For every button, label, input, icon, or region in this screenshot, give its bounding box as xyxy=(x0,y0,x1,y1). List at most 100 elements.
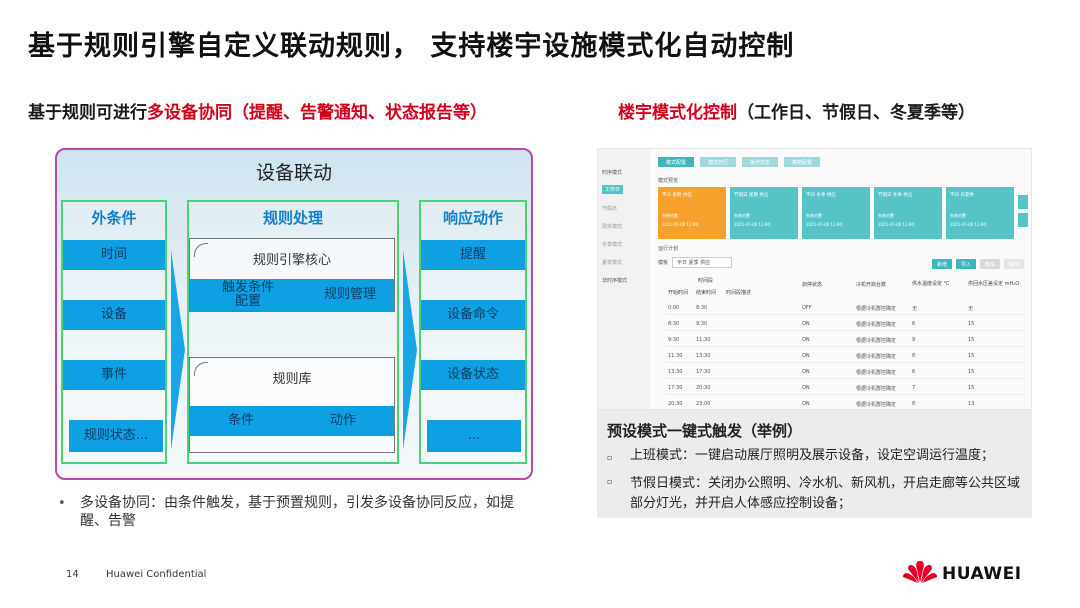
rule-engine-core-box: 规则引擎核心 触发条件 配置 规则管理 xyxy=(189,238,395,312)
scroll-down-icon[interactable] xyxy=(1018,213,1028,227)
mode-card-date: 2021-07-06 12:00 xyxy=(806,222,843,227)
cell-end: 17:30 xyxy=(696,369,711,375)
cell-temp: 6 xyxy=(912,321,916,327)
cell-chiller: 根据冷机群控确定 xyxy=(856,354,897,360)
cell-state: ON xyxy=(802,385,810,391)
table-row[interactable]: 11:30 13:30 ON 根据冷机群控确定 8 15 xyxy=(666,349,1026,363)
page-number: 14 xyxy=(66,569,79,580)
cell-chiller: 根据冷机群控确定 xyxy=(856,386,897,392)
cell-end: 11:30 xyxy=(696,337,711,343)
table-row[interactable]: 0:00 8:30 OFF 根据冷机群控确定 无 无 xyxy=(666,301,1026,315)
cell-chiller: 根据冷机群控确定 xyxy=(856,338,897,344)
mode-card-date: 2021-07-06 12:00 xyxy=(950,222,987,227)
condition-event: 事件 xyxy=(63,360,165,390)
cell-state: ON xyxy=(802,337,810,343)
header-start: 开始时间 xyxy=(668,290,689,296)
response-device-state: 设备状态 xyxy=(421,360,525,390)
mode-card[interactable]: 平日 星期 供应 系统内置 2021-07-06 12:00 xyxy=(658,187,726,239)
cell-pressure: 15 xyxy=(968,369,975,375)
cancel-button[interactable]: 取消 xyxy=(1004,259,1024,269)
mode-card-date: 2021-07-06 12:00 xyxy=(878,222,915,227)
cell-temp: 8 xyxy=(912,401,916,407)
add-button[interactable]: 新增 xyxy=(932,259,952,269)
mode-card[interactable]: 平日 日夏季 系统内置 2021-07-06 12:00 xyxy=(946,187,1014,239)
cell-temp: 6 xyxy=(912,369,916,375)
rule-management-label: 规则管理 xyxy=(323,287,376,302)
cell-state: ON xyxy=(802,353,810,359)
cell-start: 0:00 xyxy=(668,305,680,311)
scroll-up-icon[interactable] xyxy=(1018,195,1028,209)
sidebar-item-timed[interactable]: 时序模式 xyxy=(602,169,622,176)
action-label: 动作 xyxy=(329,413,356,428)
left-subtitle-highlight: 多设备协同（提醒、告警通知、状态报告等） xyxy=(147,103,487,123)
header-chiller: 冷机开启台数 xyxy=(856,282,887,288)
sidebar-item-summer[interactable]: 夏季模式 xyxy=(602,259,622,266)
cell-end: 13:30 xyxy=(696,353,711,359)
response-device-command: 设备命令 xyxy=(421,300,525,330)
response-remind: 提醒 xyxy=(421,240,525,270)
cell-end: 20:30 xyxy=(696,385,711,391)
rule-library-box: 规则库 条件 动作 xyxy=(189,357,395,453)
cell-start: 9:30 xyxy=(668,337,680,343)
cell-end: 9:30 xyxy=(696,321,708,327)
cell-start: 17:30 xyxy=(668,385,683,391)
cell-start: 20:30 xyxy=(668,401,683,407)
mode-card-status: 系统内置 xyxy=(950,213,966,218)
cell-state: ON xyxy=(802,321,810,327)
cell-chiller: 根据冷机群控确定 xyxy=(856,322,897,328)
mode-card[interactable]: 平日 冬季 供应 系统内置 2021-07-06 12:00 xyxy=(802,187,870,239)
cell-pressure: 15 xyxy=(968,353,975,359)
response-actions-title: 响应动作 xyxy=(442,209,503,227)
cell-chiller: 根据冷机群控确定 xyxy=(856,402,897,408)
response-actions-column: 响应动作 提醒 设备命令 设备状态 … xyxy=(419,200,527,464)
tab-strategy-config[interactable]: 策略配置 xyxy=(784,157,820,167)
slide-title: 基于规则引擎自定义联动规则， 支持楼宇设施模式化自动控制 xyxy=(28,31,795,62)
tab-mode-config[interactable]: 模式配置 xyxy=(658,157,694,167)
confidential-label: Huawei Confidential xyxy=(106,569,207,580)
table-row[interactable]: 13:30 17:30 ON 根据冷机群控确定 6 15 xyxy=(666,365,1026,379)
import-button[interactable]: 导入 xyxy=(956,259,976,269)
header-time-group: 时间段 xyxy=(698,278,714,284)
condition-time: 时间 xyxy=(63,240,165,270)
sidebar-item-workday[interactable]: 工作日 xyxy=(602,185,624,194)
header-end: 结束时间 xyxy=(696,290,717,296)
delete-button[interactable]: 删除 xyxy=(980,259,1000,269)
mode-card[interactable]: 节假日 冬季 供应 系统内置 2021-07-06 12:00 xyxy=(874,187,942,239)
cell-pressure: 13 xyxy=(968,401,975,407)
table-row[interactable]: 9:30 11:30 ON 根据冷机群控确定 9 15 xyxy=(666,333,1026,347)
sidebar-item-weekend[interactable]: 周末模式 xyxy=(602,223,622,230)
right-subtitle-highlight: 楼宇模式化控制 xyxy=(618,103,737,123)
caption-bullet-icon: ▫ xyxy=(607,477,613,486)
header-supply-temp: 供水温度设定 ℃ xyxy=(912,281,950,287)
rule-engine-core-title: 规则引擎核心 xyxy=(252,253,331,268)
mode-card-title: 节假日 冬季 供应 xyxy=(878,193,913,198)
cell-end: 23:00 xyxy=(696,401,711,407)
cell-start: 8:30 xyxy=(668,321,680,327)
caption-item: 节假日模式：关闭办公照明、冷水机、新风机，开启走廊等公共区域部分灯光，并开启人体… xyxy=(630,476,1021,511)
bullet-text: 多设备协同：由条件触发，基于预置规则，引发多设备协同反应，如提醒、告警 xyxy=(80,495,514,529)
flow-arrow-right xyxy=(403,250,417,450)
table-row[interactable]: 20:30 23:00 ON 根据冷机群控确定 8 13 xyxy=(666,397,1026,409)
condition-label: 条件 xyxy=(227,413,254,428)
screenshot-sidebar: 时序模式 工作日 节假日 周末模式 冬季模式 夏季模式 非时序模式 xyxy=(598,149,650,409)
section-mode-preview: 模式预览 xyxy=(658,178,679,184)
table-row[interactable]: 8:30 9:30 ON 根据冷机群控确定 6 15 xyxy=(666,317,1026,331)
cell-pressure: 15 xyxy=(968,385,975,391)
mode-select[interactable]: 平日 夏季 供应 xyxy=(672,257,732,268)
sidebar-item-winter[interactable]: 冬季模式 xyxy=(602,241,622,248)
rule-engine-bar: 触发条件 配置 规则管理 xyxy=(190,279,394,311)
mode-card[interactable]: 节假日 星期 供应 系统内置 2021-07-06 12:00 xyxy=(730,187,798,239)
flow-arrow-left xyxy=(171,250,185,450)
tab-mode-calendar[interactable]: 模式日历 xyxy=(700,157,736,167)
sidebar-item-holiday[interactable]: 节假日 xyxy=(602,205,617,212)
tab-operation-log[interactable]: 操作日志 xyxy=(742,157,778,167)
cell-chiller: 根据冷机群控确定 xyxy=(856,370,897,376)
table-row[interactable]: 17:30 20:30 ON 根据冷机群控确定 7 15 xyxy=(666,381,1026,395)
huawei-logo-icon xyxy=(903,560,937,583)
left-subtitle: 基于规则可进行多设备协同（提醒、告警通知、状态报告等） xyxy=(28,98,487,123)
cell-start: 13:30 xyxy=(668,369,683,375)
sidebar-item-non-timed[interactable]: 非时序模式 xyxy=(602,277,627,284)
rule-processing-title: 规则处理 xyxy=(262,209,323,227)
header-desc: 时间段描述 xyxy=(726,290,752,296)
caption-title: 预设模式一键式触发（举例） xyxy=(607,422,803,440)
